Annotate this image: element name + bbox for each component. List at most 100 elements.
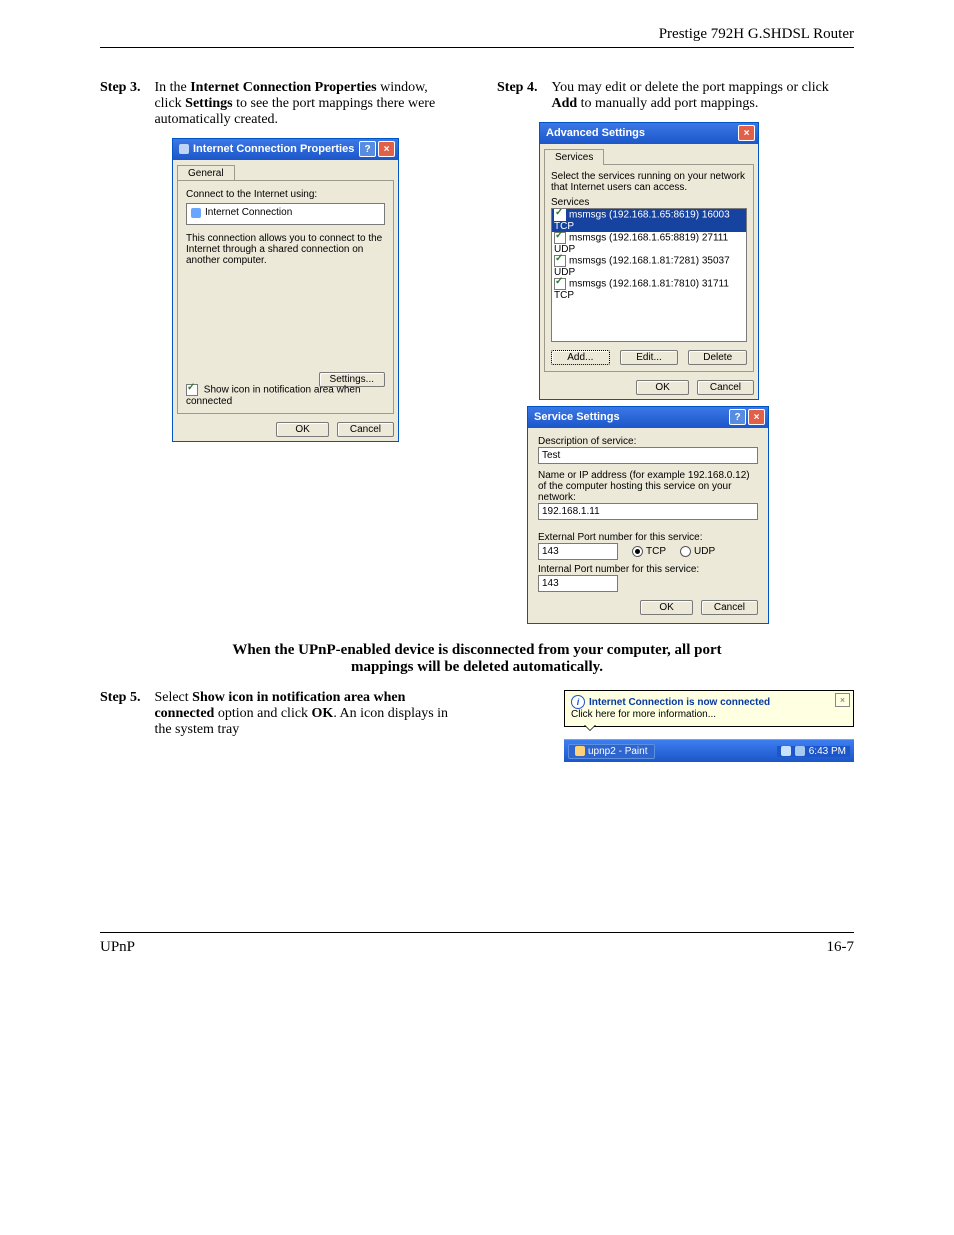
t: Internet Connection Properties — [190, 80, 376, 95]
ok-button[interactable]: OK — [636, 380, 688, 395]
t: to manually add port mappings. — [577, 96, 758, 111]
services-label: Services — [551, 197, 747, 208]
step3-text: In the Internet Connection Properties wi… — [154, 80, 457, 128]
step5-label: Step 5. — [100, 690, 140, 738]
t: You may edit or delete the port mappings… — [551, 80, 828, 95]
show-icon-checkbox[interactable] — [186, 384, 198, 396]
help-icon[interactable]: ? — [359, 141, 376, 157]
internet-connection-properties-dialog: Internet Connection Properties ? × Gener… — [172, 138, 399, 442]
step5: Step 5. Select Show icon in notification… — [100, 690, 457, 738]
app-icon — [575, 746, 585, 756]
step5-text: Select Show icon in notification area wh… — [154, 690, 457, 738]
t: option and click — [214, 706, 311, 721]
list-item[interactable]: msmsgs (192.168.1.81:7281) 35037 UDP — [552, 255, 746, 278]
tray-notification: i Internet Connection is now connected C… — [564, 690, 854, 762]
taskbar: upnp2 - Paint 6:43 PM — [564, 739, 854, 762]
step4-label: Step 4. — [497, 80, 537, 112]
checkbox[interactable] — [554, 232, 566, 244]
window-title: Internet Connection Properties — [193, 143, 354, 155]
close-icon[interactable]: × — [738, 125, 755, 141]
page-footer: UPnP 16-7 — [100, 939, 854, 956]
clock: 6:43 PM — [809, 746, 846, 757]
connection-box[interactable]: Internet Connection — [186, 203, 385, 225]
step4-text: You may edit or delete the port mappings… — [551, 80, 854, 112]
host-input[interactable] — [538, 503, 758, 520]
close-icon[interactable]: × — [748, 409, 765, 425]
add-button[interactable]: Add... — [551, 350, 610, 365]
window-icon — [179, 144, 189, 154]
desc-label: Description of service: — [538, 436, 758, 447]
list-item[interactable]: msmsgs (192.168.1.65:8819) 27111 UDP — [552, 232, 746, 255]
balloon-title: Internet Connection is now connected — [589, 697, 770, 708]
step4: Step 4. You may edit or delete the port … — [497, 80, 854, 112]
ext-port-label: External Port number for this service: — [538, 532, 758, 543]
t: Select — [154, 690, 192, 705]
checkbox[interactable] — [554, 278, 566, 290]
page-header: Prestige 792H G.SHDSL Router — [100, 26, 854, 43]
tray-icon[interactable] — [781, 746, 791, 756]
balloon-tooltip[interactable]: i Internet Connection is now connected C… — [564, 690, 854, 727]
divider — [100, 47, 854, 48]
t: msmsgs (192.168.1.65:8619) 16003 TCP — [554, 210, 730, 232]
delete-button[interactable]: Delete — [688, 350, 747, 365]
tab-services[interactable]: Services — [544, 149, 604, 165]
connect-label: Connect to the Internet using: — [186, 189, 385, 200]
cancel-button[interactable]: Cancel — [701, 600, 758, 615]
connection-name: Internet Connection — [205, 207, 292, 218]
t: TCP — [646, 546, 666, 557]
list-item[interactable]: msmsgs (192.168.1.81:7810) 31711 TCP — [552, 278, 746, 301]
globe-icon — [191, 208, 201, 218]
window-title: Service Settings — [534, 411, 620, 423]
description-input[interactable] — [538, 447, 758, 464]
t: mappings will be deleted automatically. — [100, 659, 854, 676]
t: When the UPnP-enabled device is disconne… — [100, 642, 854, 659]
connection-description: This connection allows you to connect to… — [186, 233, 385, 266]
close-icon[interactable]: × — [378, 141, 395, 157]
cancel-button[interactable]: Cancel — [697, 380, 754, 395]
checkbox[interactable] — [554, 209, 566, 221]
titlebar[interactable]: Advanced Settings × — [540, 123, 758, 144]
divider — [100, 932, 854, 933]
titlebar[interactable]: Service Settings ? × — [528, 407, 768, 428]
t: upnp2 - Paint — [588, 746, 648, 757]
window-title: Advanced Settings — [546, 127, 645, 139]
close-icon[interactable]: × — [835, 693, 850, 707]
system-tray[interactable]: 6:43 PM — [777, 746, 850, 757]
t: OK — [312, 706, 334, 721]
internal-port-input[interactable] — [538, 575, 618, 592]
upnp-note: When the UPnP-enabled device is disconne… — [100, 642, 854, 676]
t: In the — [154, 80, 190, 95]
checkbox[interactable] — [554, 255, 566, 267]
t: UDP — [694, 546, 715, 557]
udp-radio[interactable]: UDP — [680, 546, 715, 557]
step3: Step 3. In the Internet Connection Prope… — [100, 80, 457, 128]
tcp-radio[interactable]: TCP — [632, 546, 666, 557]
t: msmsgs (192.168.1.65:8819) 27111 UDP — [554, 233, 728, 255]
show-icon-label: Show icon in notification area when conn… — [186, 385, 361, 407]
footer-right: 16-7 — [827, 939, 855, 956]
step3-label: Step 3. — [100, 80, 140, 128]
advanced-settings-dialog: Advanced Settings × Services Select the … — [539, 122, 759, 400]
t: Add — [551, 96, 577, 111]
adv-intro: Select the services running on your netw… — [551, 171, 747, 193]
external-port-input[interactable] — [538, 543, 618, 560]
list-item[interactable]: msmsgs (192.168.1.65:8619) 16003 TCP — [552, 209, 746, 232]
service-settings-dialog: Service Settings ? × Description of serv… — [527, 406, 769, 624]
tab-general[interactable]: General — [177, 165, 235, 181]
t: Settings — [185, 96, 232, 111]
tray-icon[interactable] — [795, 746, 805, 756]
cancel-button[interactable]: Cancel — [337, 422, 394, 437]
info-icon: i — [571, 695, 585, 709]
ok-button[interactable]: OK — [640, 600, 692, 615]
services-list[interactable]: msmsgs (192.168.1.65:8619) 16003 TCP msm… — [551, 208, 747, 342]
t: msmsgs (192.168.1.81:7810) 31711 TCP — [554, 279, 729, 301]
footer-left: UPnP — [100, 939, 135, 956]
ok-button[interactable]: OK — [276, 422, 328, 437]
balloon-text: Click here for more information... — [571, 709, 847, 720]
host-label: Name or IP address (for example 192.168.… — [538, 470, 758, 503]
taskbar-item[interactable]: upnp2 - Paint — [568, 744, 655, 759]
help-icon[interactable]: ? — [729, 409, 746, 425]
titlebar[interactable]: Internet Connection Properties ? × — [173, 139, 398, 160]
edit-button[interactable]: Edit... — [620, 350, 679, 365]
t: msmsgs (192.168.1.81:7281) 35037 UDP — [554, 256, 730, 278]
